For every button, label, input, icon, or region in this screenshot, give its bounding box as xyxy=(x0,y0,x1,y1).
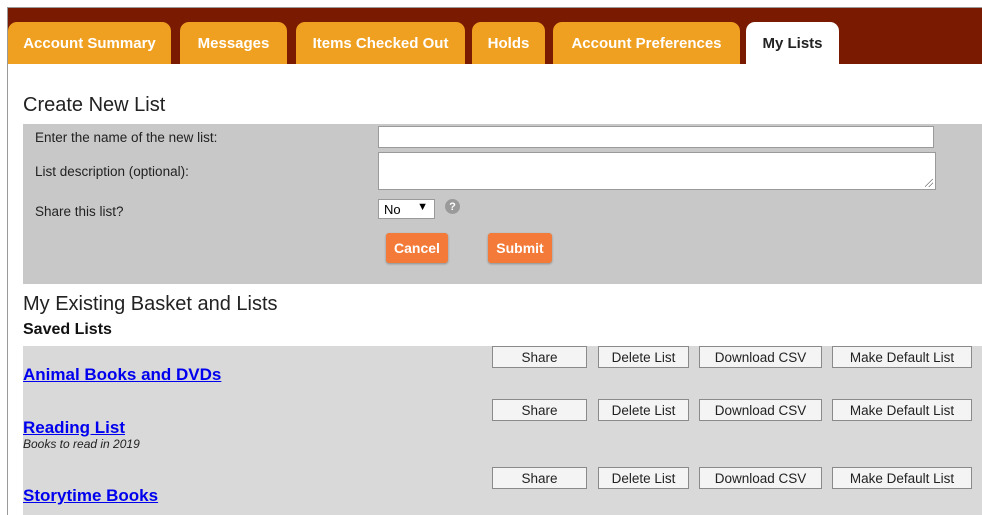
share-list-label: Share this list? xyxy=(35,204,124,219)
share-button[interactable]: Share xyxy=(492,467,587,489)
list-item: Storytime Books Share Delete List Downlo… xyxy=(23,467,982,515)
tab-items-checked-out[interactable]: Items Checked Out xyxy=(296,22,465,64)
download-csv-button[interactable]: Download CSV xyxy=(699,346,822,368)
make-default-list-button[interactable]: Make Default List xyxy=(832,399,972,421)
make-default-list-button[interactable]: Make Default List xyxy=(832,346,972,368)
list-item: Animal Books and DVDs Share Delete List … xyxy=(23,346,982,402)
delete-list-button[interactable]: Delete List xyxy=(598,467,689,489)
submit-button[interactable]: Submit xyxy=(488,233,552,263)
share-button[interactable]: Share xyxy=(492,399,587,421)
saved-lists-heading: Saved Lists xyxy=(23,321,112,338)
existing-lists-title: My Existing Basket and Lists xyxy=(23,293,278,315)
tab-account-summary[interactable]: Account Summary xyxy=(8,22,171,64)
list-name-input[interactable] xyxy=(378,126,934,148)
tab-my-lists[interactable]: My Lists xyxy=(746,22,839,64)
make-default-list-button[interactable]: Make Default List xyxy=(832,467,972,489)
page-frame: Account Summary Messages Items Checked O… xyxy=(7,7,982,515)
help-icon[interactable]: ? xyxy=(445,199,460,214)
tab-messages[interactable]: Messages xyxy=(180,22,287,64)
delete-list-button[interactable]: Delete List xyxy=(598,399,689,421)
resize-grip-icon[interactable] xyxy=(925,179,933,187)
tab-account-preferences[interactable]: Account Preferences xyxy=(553,22,740,64)
dropdown-arrow-icon: ▼ xyxy=(417,201,428,213)
list-item: Reading List Books to read in 2019 Share… xyxy=(23,399,982,455)
list-link-animal-books[interactable]: Animal Books and DVDs xyxy=(23,365,221,385)
delete-list-button[interactable]: Delete List xyxy=(598,346,689,368)
saved-lists-panel: Animal Books and DVDs Share Delete List … xyxy=(23,346,982,515)
list-description: Books to read in 2019 xyxy=(23,437,140,451)
list-link-storytime-books[interactable]: Storytime Books xyxy=(23,486,158,506)
list-name-label: Enter the name of the new list: xyxy=(35,130,218,145)
tab-holds[interactable]: Holds xyxy=(472,22,545,64)
share-button[interactable]: Share xyxy=(492,346,587,368)
create-list-title: Create New List xyxy=(23,94,166,116)
cancel-button[interactable]: Cancel xyxy=(386,233,448,263)
download-csv-button[interactable]: Download CSV xyxy=(699,399,822,421)
create-list-form: Enter the name of the new list: List des… xyxy=(23,124,982,284)
account-tab-bar: Account Summary Messages Items Checked O… xyxy=(8,8,982,64)
list-description-label: List description (optional): xyxy=(35,164,189,179)
share-list-select[interactable]: No ▼ xyxy=(378,199,435,219)
list-description-textarea[interactable] xyxy=(378,152,936,190)
list-link-reading-list[interactable]: Reading List xyxy=(23,418,125,438)
download-csv-button[interactable]: Download CSV xyxy=(699,467,822,489)
share-select-value: No xyxy=(384,201,401,217)
